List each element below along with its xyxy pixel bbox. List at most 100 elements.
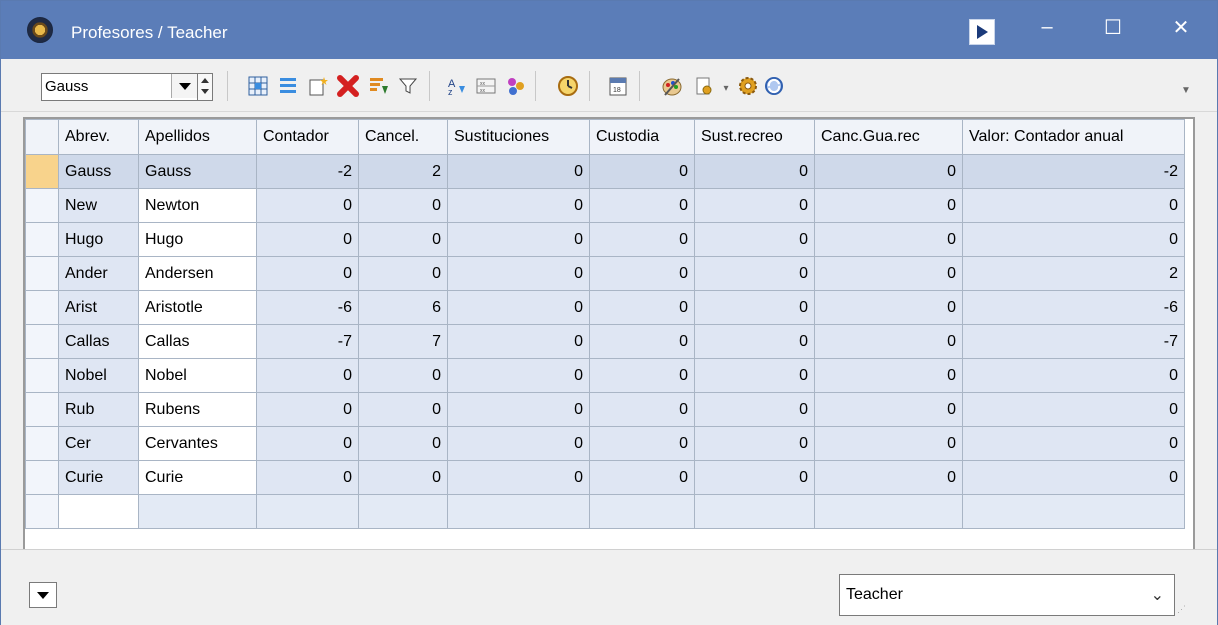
table-cell[interactable]: 0 bbox=[447, 460, 590, 495]
table-cell[interactable] bbox=[138, 494, 257, 529]
table-cell[interactable]: 0 bbox=[814, 256, 963, 291]
new-record-icon[interactable] bbox=[307, 75, 329, 97]
row-selector[interactable] bbox=[25, 290, 59, 325]
table-cell[interactable]: 0 bbox=[694, 290, 815, 325]
calendar-icon[interactable]: 18 bbox=[607, 75, 629, 97]
table-cell[interactable]: 0 bbox=[814, 324, 963, 359]
table-cell[interactable]: -2 bbox=[962, 154, 1185, 189]
table-cell[interactable]: 0 bbox=[694, 222, 815, 257]
grid-add-icon[interactable] bbox=[247, 75, 269, 97]
table-cell[interactable]: 0 bbox=[962, 188, 1185, 223]
table-cell[interactable] bbox=[358, 494, 448, 529]
table-cell[interactable]: Hugo bbox=[138, 222, 257, 257]
chevron-down-icon[interactable] bbox=[171, 74, 198, 98]
table-cell[interactable] bbox=[58, 494, 139, 529]
table-cell[interactable]: 0 bbox=[358, 460, 448, 495]
refresh-icon[interactable] bbox=[763, 75, 785, 97]
table-cell[interactable]: -6 bbox=[962, 290, 1185, 325]
table-cell[interactable]: 0 bbox=[256, 188, 359, 223]
table-cell[interactable]: Andersen bbox=[138, 256, 257, 291]
table-cell[interactable]: 0 bbox=[447, 154, 590, 189]
table-cell[interactable]: 0 bbox=[358, 358, 448, 393]
table-cell[interactable] bbox=[694, 494, 815, 529]
table-cell[interactable]: Ander bbox=[58, 256, 139, 291]
table-cell[interactable]: 0 bbox=[256, 392, 359, 427]
table-cell[interactable]: Arist bbox=[58, 290, 139, 325]
title-bar[interactable]: Profesores / Teacher – ☐ ✕ bbox=[1, 1, 1217, 59]
table-cell[interactable]: 0 bbox=[694, 256, 815, 291]
table-cell[interactable]: Rubens bbox=[138, 392, 257, 427]
close-button[interactable]: ✕ bbox=[1159, 9, 1203, 45]
table-cell[interactable]: 0 bbox=[589, 188, 695, 223]
table-cell[interactable]: 0 bbox=[589, 460, 695, 495]
row-selector[interactable] bbox=[25, 324, 59, 359]
table-cell[interactable]: 0 bbox=[814, 426, 963, 461]
table-cell[interactable]: Hugo bbox=[58, 222, 139, 257]
row-selector[interactable] bbox=[25, 188, 59, 223]
column-header[interactable]: Custodia bbox=[589, 119, 695, 155]
clock-icon[interactable] bbox=[557, 75, 579, 97]
column-header[interactable]: Apellidos bbox=[138, 119, 257, 155]
teacher-selector[interactable]: Gauss bbox=[41, 73, 199, 101]
table-cell[interactable]: 0 bbox=[358, 392, 448, 427]
table-cell[interactable]: -2 bbox=[256, 154, 359, 189]
table-cell[interactable]: -7 bbox=[962, 324, 1185, 359]
table-cell[interactable]: New bbox=[58, 188, 139, 223]
table-cell[interactable]: Curie bbox=[138, 460, 257, 495]
column-header[interactable]: Cancel. bbox=[358, 119, 448, 155]
table-cell[interactable]: Gauss bbox=[58, 154, 139, 189]
table-cell[interactable] bbox=[962, 494, 1185, 529]
table-cell[interactable]: 0 bbox=[694, 426, 815, 461]
table-cell[interactable]: 0 bbox=[962, 460, 1185, 495]
table-cell[interactable]: 0 bbox=[358, 256, 448, 291]
table-cell[interactable]: 6 bbox=[358, 290, 448, 325]
list-icon[interactable] bbox=[277, 75, 299, 97]
table-cell[interactable]: 0 bbox=[589, 426, 695, 461]
table-row[interactable]: Hugo Hugo 0 0 0 0 0 0 0 bbox=[25, 222, 1185, 257]
play-icon[interactable] bbox=[969, 19, 995, 45]
table-cell[interactable]: 2 bbox=[358, 154, 448, 189]
element-type-selector[interactable]: Teacher ⌄ bbox=[839, 574, 1175, 616]
table-cell[interactable]: 0 bbox=[589, 256, 695, 291]
row-selector[interactable] bbox=[25, 392, 59, 427]
table-cell[interactable] bbox=[589, 494, 695, 529]
column-header[interactable]: Canc.Gua.rec bbox=[814, 119, 963, 155]
table-cell[interactable]: 0 bbox=[256, 358, 359, 393]
table-cell[interactable]: Gauss bbox=[138, 154, 257, 189]
table-row[interactable]: Arist Aristotle -6 6 0 0 0 0 -6 bbox=[25, 290, 1185, 325]
table-cell[interactable]: 0 bbox=[694, 392, 815, 427]
table-cell[interactable]: 7 bbox=[358, 324, 448, 359]
table-cell[interactable]: 2 bbox=[962, 256, 1185, 291]
table-cell[interactable]: 0 bbox=[694, 188, 815, 223]
report-icon[interactable] bbox=[693, 75, 715, 97]
table-cell[interactable]: 0 bbox=[962, 426, 1185, 461]
table-cell[interactable]: 0 bbox=[694, 154, 815, 189]
table-cell[interactable]: -7 bbox=[256, 324, 359, 359]
table-cell[interactable]: 0 bbox=[589, 358, 695, 393]
table-row[interactable]: Gauss Gauss -2 2 0 0 0 0 -2 bbox=[25, 154, 1185, 189]
table-cell[interactable]: 0 bbox=[447, 392, 590, 427]
table-cell[interactable]: 0 bbox=[694, 358, 815, 393]
table-cell[interactable]: 0 bbox=[447, 256, 590, 291]
alphabet-sort-icon[interactable]: Az bbox=[445, 75, 467, 97]
table-cell[interactable]: 0 bbox=[358, 222, 448, 257]
table-cell[interactable]: 0 bbox=[256, 256, 359, 291]
table-cell[interactable]: Nobel bbox=[138, 358, 257, 393]
table-cell[interactable]: Aristotle bbox=[138, 290, 257, 325]
table-cell[interactable]: 0 bbox=[589, 392, 695, 427]
table-cell[interactable]: 0 bbox=[256, 222, 359, 257]
table-icon[interactable]: xx xx bbox=[475, 75, 497, 97]
table-cell[interactable]: Newton bbox=[138, 188, 257, 223]
settings-icon[interactable] bbox=[737, 75, 759, 97]
table-row[interactable]: Ander Andersen 0 0 0 0 0 0 2 bbox=[25, 256, 1185, 291]
table-cell[interactable]: 0 bbox=[814, 222, 963, 257]
table-cell[interactable]: 0 bbox=[447, 324, 590, 359]
table-row[interactable]: Callas Callas -7 7 0 0 0 0 -7 bbox=[25, 324, 1185, 359]
table-cell[interactable]: 0 bbox=[814, 358, 963, 393]
table-cell[interactable]: Callas bbox=[138, 324, 257, 359]
table-cell[interactable]: 0 bbox=[694, 460, 815, 495]
options-dropdown-button[interactable] bbox=[29, 582, 57, 608]
table-cell[interactable]: 0 bbox=[447, 426, 590, 461]
table-cell[interactable]: 0 bbox=[589, 154, 695, 189]
maximize-button[interactable]: ☐ bbox=[1091, 9, 1135, 45]
